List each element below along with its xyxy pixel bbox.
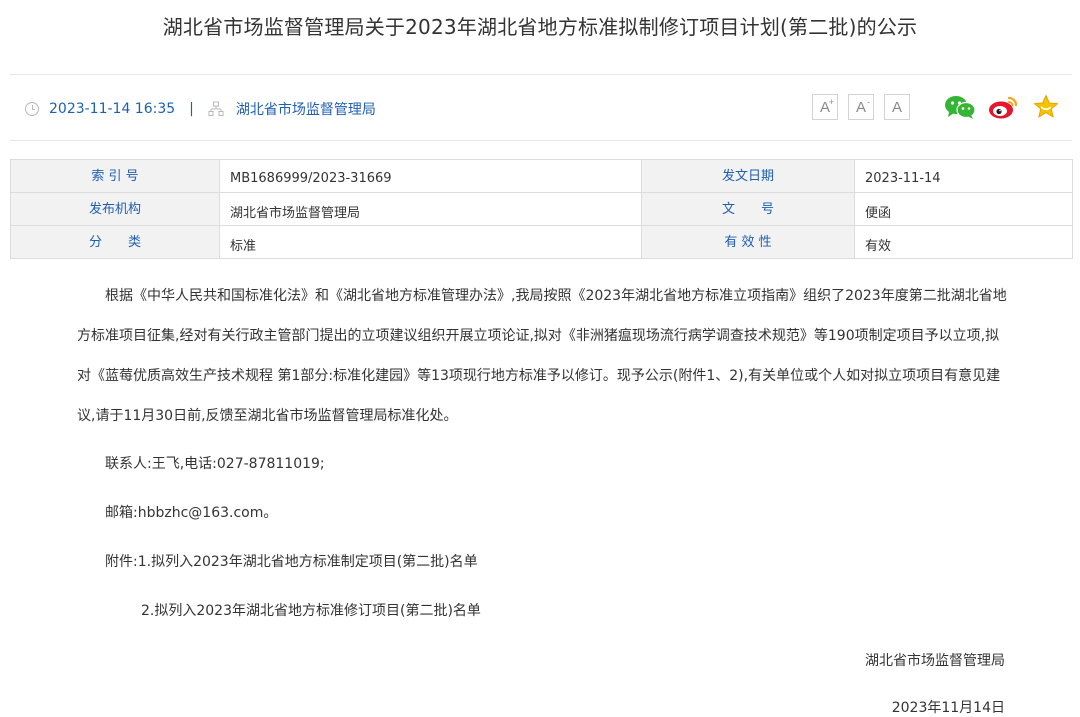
- divider: [10, 140, 1072, 141]
- font-decrease-button[interactable]: A -: [848, 94, 874, 120]
- publish-datetime: 2023-11-14 16:35: [49, 101, 176, 117]
- publisher-link[interactable]: 湖北省市场监督管理局: [236, 99, 376, 119]
- favorite-star-icon[interactable]: [1032, 94, 1060, 120]
- font-increase-button[interactable]: A +: [812, 94, 838, 120]
- document-number-label: 文 号: [641, 192, 855, 226]
- font-decrease-sup: -: [867, 97, 870, 107]
- table-row: 发布机构 湖北省市场监督管理局 文 号 便函: [10, 192, 1073, 226]
- issue-date-label: 发文日期: [641, 159, 855, 193]
- article-tools: A + A - A: [812, 94, 1060, 120]
- category-value: 标准: [219, 225, 642, 259]
- category-label: 分 类: [10, 225, 220, 259]
- wechat-share-icon[interactable]: [944, 94, 976, 120]
- table-row: 索 引 号 MB1686999/2023-31669 发文日期 2023-11-…: [10, 159, 1073, 193]
- index-number-value: MB1686999/2023-31669: [219, 159, 642, 193]
- issuing-agency-value: 湖北省市场监督管理局: [219, 192, 642, 226]
- font-default-button[interactable]: A: [884, 94, 910, 120]
- divider: [10, 74, 1072, 75]
- table-row: 分 类 标准 有 效 性 有效: [10, 225, 1073, 259]
- document-info-table: 索 引 号 MB1686999/2023-31669 发文日期 2023-11-…: [10, 159, 1073, 259]
- clock-icon: [25, 102, 39, 116]
- issue-date-value: 2023-11-14: [854, 159, 1073, 193]
- page-title: 湖北省市场监督管理局关于2023年湖北省地方标准拟制修订项目计划(第二批)的公示: [162, 15, 918, 39]
- font-decrease-label: A: [855, 98, 866, 116]
- validity-label: 有 效 性: [641, 225, 855, 259]
- signature-org: 湖北省市场监督管理局: [865, 653, 1005, 669]
- attachment-1[interactable]: 附件:1.拟列入2023年湖北省地方标准制定项目(第二批)名单: [105, 551, 478, 571]
- meta-separator: |: [189, 101, 194, 117]
- attachment-2[interactable]: 2.拟列入2023年湖北省地方标准修订项目(第二批)名单: [141, 600, 481, 620]
- font-default-label: A: [891, 98, 902, 116]
- org-structure-icon: [208, 101, 224, 116]
- validity-value: 有效: [854, 225, 1073, 259]
- document-number-value: 便函: [854, 192, 1073, 226]
- weibo-share-icon[interactable]: [988, 94, 1020, 120]
- index-number-label: 索 引 号: [10, 159, 220, 193]
- issuing-agency-label: 发布机构: [10, 192, 220, 226]
- contact-line: 联系人:王飞,电话:027-87811019;: [105, 456, 325, 472]
- share-group: [944, 94, 1060, 120]
- signature-date: 2023年11月14日: [891, 700, 1005, 716]
- font-increase-sup: +: [828, 97, 834, 107]
- email-line: 邮箱:hbbzhc@163.com。: [105, 505, 278, 521]
- body-paragraph: 根据《中华人民共和国标准化法》和《湖北省地方标准管理办法》,我局按照《2023年…: [77, 288, 1007, 424]
- article-meta: 2023-11-14 16:35 | 湖北省市场监督管理局: [25, 96, 376, 122]
